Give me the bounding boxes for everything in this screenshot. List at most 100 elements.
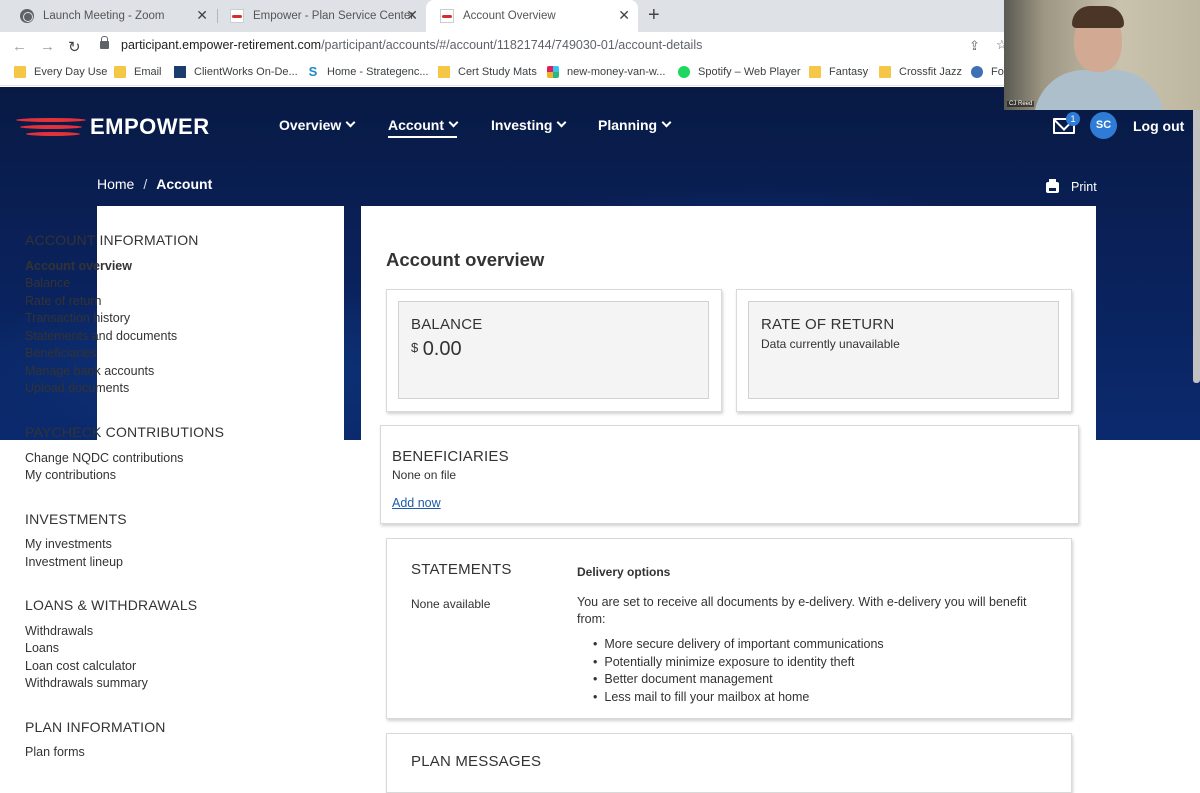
bookmark-clientworks[interactable]: ClientWorks On-De...: [174, 66, 298, 78]
sidebar-item-beneficiaries[interactable]: Beneficiaries: [25, 346, 97, 360]
bookmark-strategenc[interactable]: S Home - Strategenc...: [307, 64, 429, 79]
bookmark-every-day-use[interactable]: Every Day Use: [14, 66, 107, 78]
bookmark-label: new-money-van-w...: [567, 66, 666, 78]
close-tab-icon[interactable]: ✕: [196, 8, 208, 22]
list-item: Potentially minimize exposure to identit…: [593, 655, 884, 673]
sidebar-heading-paycheck-contributions: PAYCHECK CONTRIBUTIONS: [25, 424, 225, 440]
list-item: More secure delivery of important commun…: [593, 637, 883, 655]
plan-messages-title: PLAN MESSAGES: [411, 753, 542, 770]
clientworks-icon: [174, 66, 186, 78]
url-host: participant.empower-retirement.com: [121, 38, 322, 52]
bookmark-fantasy[interactable]: Fantasy: [809, 66, 868, 78]
page-title: Account overview: [386, 249, 545, 270]
bookmark-new-money[interactable]: new-money-van-w...: [547, 66, 665, 78]
empower-logo[interactable]: EMPOWER: [16, 114, 210, 140]
nav-label: Overview: [279, 117, 342, 133]
page-scrollbar[interactable]: [1193, 87, 1200, 383]
currency-symbol: $: [411, 340, 419, 355]
chevron-down-icon: [557, 117, 567, 127]
address-bar: ← → ↻ participant.empower-retirement.com…: [0, 32, 1004, 62]
nav-label: Account: [388, 117, 444, 133]
bookmark-fo[interactable]: Fo: [971, 66, 1004, 78]
lock-icon: [100, 36, 109, 49]
print-button[interactable]: Print: [1046, 178, 1097, 194]
sidebar-item-my-contributions[interactable]: My contributions: [25, 468, 116, 482]
sidebar-item-loans[interactable]: Loans: [25, 641, 59, 655]
tab-account-overview[interactable]: Account Overview ✕: [426, 0, 638, 32]
brand-name: EMPOWER: [90, 114, 210, 139]
bookmark-cert-study[interactable]: Cert Study Mats: [438, 66, 537, 78]
bookmark-spotify[interactable]: Spotify – Web Player: [678, 66, 801, 78]
strategenc-icon: S: [307, 64, 319, 79]
reload-icon[interactable]: ↻: [68, 38, 81, 56]
browser-tab-strip: Launch Meeting - Zoom ✕ Empower - Plan S…: [0, 0, 1004, 32]
sidebar-item-loan-cost-calculator[interactable]: Loan cost calculator: [25, 659, 136, 673]
nav-overview[interactable]: Overview: [279, 117, 356, 133]
breadcrumb-home[interactable]: Home: [97, 176, 134, 192]
folder-icon: [438, 66, 450, 78]
tab-empower-plan-service[interactable]: Empower - Plan Service Center ✕: [216, 0, 426, 32]
bookmark-label: Cert Study Mats: [458, 66, 537, 78]
sidebar-item-investment-lineup[interactable]: Investment lineup: [25, 555, 123, 569]
nav-label: Investing: [491, 117, 553, 133]
add-beneficiary-link[interactable]: Add now: [392, 496, 441, 510]
user-avatar[interactable]: SC: [1090, 112, 1117, 139]
breadcrumb-separator: /: [143, 176, 148, 192]
nav-account[interactable]: Account: [388, 117, 459, 138]
nav-planning[interactable]: Planning: [598, 117, 672, 133]
sidebar-item-manage-bank-accounts[interactable]: Manage bank accounts: [25, 364, 154, 378]
close-tab-icon[interactable]: ✕: [406, 8, 418, 22]
sidebar-item-my-investments[interactable]: My investments: [25, 537, 112, 551]
tab-label: Empower - Plan Service Center: [253, 10, 415, 22]
globe-icon: [20, 9, 34, 23]
sidebar-item-withdrawals[interactable]: Withdrawals: [25, 624, 93, 638]
sidebar-item-statements-documents[interactable]: Statements and documents: [25, 329, 177, 343]
spotify-icon: [678, 66, 690, 78]
bookmark-email[interactable]: Email: [114, 66, 162, 78]
back-arrow-icon[interactable]: ←: [12, 38, 27, 55]
balance-value: $ 0.00: [411, 338, 462, 361]
bookmark-label: Crossfit Jazz: [899, 66, 962, 78]
rate-of-return-title: RATE OF RETURN: [761, 316, 895, 333]
bookmarks-bar: Every Day Use Email ClientWorks On-De...…: [0, 62, 1004, 86]
bookmark-label: Email: [134, 66, 162, 78]
beneficiaries-card: [380, 425, 1079, 524]
bookmark-label: Home - Strategenc...: [327, 66, 429, 78]
forward-arrow-icon[interactable]: →: [40, 38, 55, 55]
breadcrumb: Home / Account: [97, 176, 212, 192]
statements-status: None available: [411, 597, 491, 611]
balance-amount: 0.00: [422, 338, 462, 360]
sidebar-item-balance[interactable]: Balance: [25, 276, 70, 290]
sidebar-item-account-overview[interactable]: Account overview: [25, 259, 132, 273]
logout-link[interactable]: Log out: [1133, 118, 1184, 134]
slack-icon: [547, 66, 559, 78]
sidebar-heading-investments: INVESTMENTS: [25, 511, 127, 527]
folder-icon: [114, 66, 126, 78]
tab-zoom[interactable]: Launch Meeting - Zoom ✕: [6, 0, 216, 32]
chevron-down-icon: [661, 117, 672, 127]
folder-icon: [809, 66, 821, 78]
sidebar-item-transaction-history[interactable]: Transaction history: [25, 311, 130, 325]
nav-investing[interactable]: Investing: [491, 117, 567, 133]
sidebar-item-withdrawals-summary[interactable]: Withdrawals summary: [25, 676, 148, 690]
new-tab-plus-icon[interactable]: +: [648, 4, 660, 27]
share-icon[interactable]: ⇪: [969, 38, 980, 54]
url-field[interactable]: participant.empower-retirement.com/parti…: [100, 36, 702, 52]
printer-icon: [1046, 178, 1059, 193]
sidebar-item-rate-of-return[interactable]: Rate of return: [25, 294, 101, 308]
sidebar-item-plan-forms[interactable]: Plan forms: [25, 745, 85, 759]
beneficiaries-title: BENEFICIARIES: [392, 448, 509, 465]
bookmark-crossfit-jazz[interactable]: Crossfit Jazz: [879, 66, 962, 78]
video-call-thumbnail[interactable]: CJ Reed: [1004, 0, 1200, 110]
statements-title: STATEMENTS: [411, 561, 512, 578]
breadcrumb-current: Account: [156, 176, 213, 192]
sidebar-item-upload-documents[interactable]: Upload documents: [25, 381, 129, 395]
tab-label: Launch Meeting - Zoom: [43, 10, 165, 22]
sidebar-heading-plan-information: PLAN INFORMATION: [25, 719, 166, 735]
list-item: Better document management: [593, 672, 884, 690]
chevron-down-icon: [345, 117, 356, 127]
nav-label: Planning: [598, 117, 658, 133]
close-tab-icon[interactable]: ✕: [618, 8, 630, 22]
sidebar-item-change-nqdc[interactable]: Change NQDC contributions: [25, 451, 183, 465]
sidebar: [97, 206, 344, 776]
